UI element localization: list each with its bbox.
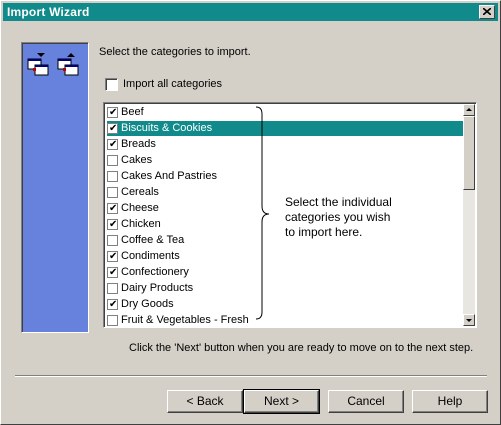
callout-line: categories you wish <box>285 210 391 224</box>
check-icon: ✔ <box>109 203 118 214</box>
category-checkbox[interactable] <box>107 283 118 294</box>
cancel-button[interactable]: Cancel <box>328 390 404 413</box>
category-checkbox[interactable]: ✔ <box>107 267 118 278</box>
category-row[interactable]: ✔ Confectionery <box>107 265 463 280</box>
category-row[interactable]: ✔ Biscuits & Cookies <box>106 120 464 137</box>
category-checkbox[interactable]: ✔ <box>107 299 118 310</box>
category-row[interactable]: Dairy Products <box>107 281 463 296</box>
category-row[interactable]: Cakes And Pastries <box>107 169 463 184</box>
category-label: Dairy Products <box>121 282 194 294</box>
check-icon: ✔ <box>109 107 118 118</box>
category-checkbox[interactable] <box>107 171 118 182</box>
scroll-down-button[interactable] <box>463 314 475 326</box>
category-label: Chicken <box>121 218 161 230</box>
category-checkbox[interactable]: ✔ <box>107 219 118 230</box>
category-checkbox[interactable]: ✔ <box>107 123 118 134</box>
import-all-checkbox[interactable] <box>105 78 118 91</box>
close-button[interactable] <box>479 5 495 19</box>
check-icon: ✔ <box>109 139 118 150</box>
category-label: Cakes And Pastries <box>121 170 217 182</box>
category-checkbox[interactable]: ✔ <box>107 139 118 150</box>
category-checkbox[interactable] <box>107 187 118 198</box>
category-label: Condiments <box>121 250 180 262</box>
back-button[interactable]: < Back <box>167 390 243 413</box>
check-icon: ✔ <box>109 123 118 134</box>
scroll-up-button[interactable] <box>463 104 475 116</box>
close-x-icon <box>483 8 491 15</box>
next-button[interactable]: Next > <box>243 389 320 414</box>
import-wizard-window: Import Wizard Select the categories to i… <box>0 0 501 425</box>
category-checkbox[interactable] <box>107 155 118 166</box>
window-title: Import Wizard <box>7 5 90 19</box>
callout-line: Select the individual <box>285 195 392 209</box>
category-label: Beef <box>121 106 144 118</box>
check-icon: ✔ <box>109 299 118 310</box>
category-label: Fruit & Vegetables - Fresh <box>121 314 249 326</box>
curly-brace-icon <box>255 106 270 320</box>
category-checkbox[interactable] <box>107 315 118 326</box>
title-bar[interactable]: Import Wizard <box>3 3 498 21</box>
move-down-icon <box>27 53 49 76</box>
instructions-text: Select the categories to import. <box>99 46 251 58</box>
divider <box>15 375 487 377</box>
category-label: Confectionery <box>121 266 189 278</box>
category-checkbox[interactable]: ✔ <box>107 107 118 118</box>
category-row[interactable]: Fruit & Vegetables - Fresh <box>107 313 463 327</box>
category-row[interactable]: ✔ Dry Goods <box>107 297 463 312</box>
arrow-up-icon <box>466 108 472 111</box>
callout-line: to import here. <box>285 225 363 239</box>
category-label: Cheese <box>121 202 159 214</box>
category-checkbox[interactable]: ✔ <box>107 251 118 262</box>
category-checkbox[interactable] <box>107 235 118 246</box>
category-checkbox[interactable]: ✔ <box>107 203 118 214</box>
check-icon: ✔ <box>109 219 118 230</box>
category-label: Cereals <box>121 186 159 198</box>
callout-text: Select the individual categories you wis… <box>285 195 392 240</box>
category-row[interactable]: Cakes <box>107 153 463 168</box>
vertical-scrollbar[interactable] <box>463 104 475 326</box>
category-label: Coffee & Tea <box>121 234 185 246</box>
move-up-icon <box>57 53 79 76</box>
category-label: Biscuits & Cookies <box>121 122 213 134</box>
category-label: Dry Goods <box>121 298 174 310</box>
scroll-thumb[interactable] <box>463 116 475 190</box>
category-row[interactable]: ✔ Beef <box>107 105 463 120</box>
wizard-side-panel <box>21 42 89 333</box>
category-row[interactable]: ✔ Condiments <box>107 249 463 264</box>
import-all-label[interactable]: Import all categories <box>123 78 222 90</box>
next-step-hint: Click the 'Next' button when you are rea… <box>129 342 474 354</box>
help-button[interactable]: Help <box>412 390 488 413</box>
arrow-down-icon <box>466 319 472 322</box>
category-label: Breads <box>121 138 156 150</box>
category-label: Cakes <box>121 154 153 166</box>
check-icon: ✔ <box>109 251 118 262</box>
check-icon: ✔ <box>109 267 118 278</box>
category-row[interactable]: ✔ Breads <box>107 137 463 152</box>
